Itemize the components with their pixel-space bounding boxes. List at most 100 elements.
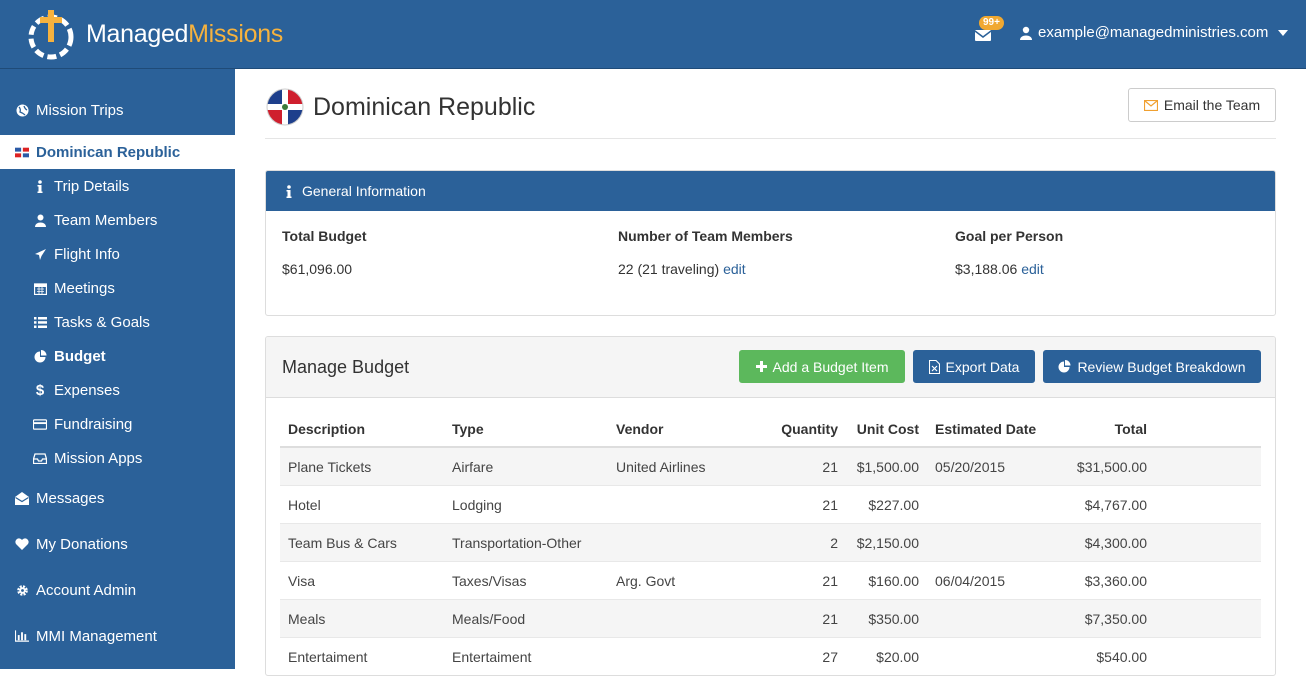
- email-team-label: Email the Team: [1163, 97, 1261, 113]
- total-budget-value: $61,096.00: [282, 261, 353, 277]
- table-row[interactable]: Plane Tickets Airfare United Airlines 21…: [280, 446, 1261, 486]
- user-icon: [33, 213, 47, 227]
- user-menu[interactable]: example@managedministries.com: [1020, 24, 1289, 41]
- brand-name-part1: Managed: [86, 19, 189, 48]
- team-members-label: Number of Team Members: [618, 228, 793, 244]
- column-header-description[interactable]: Description: [280, 411, 444, 448]
- edit-team-members-link[interactable]: edit: [723, 261, 746, 277]
- cell-description: Entertaiment: [280, 637, 444, 675]
- sidebar-item-my-donations[interactable]: My Donations: [0, 527, 235, 561]
- cell-actions: [1155, 599, 1261, 638]
- sidebar-item-tasks-goals[interactable]: Tasks & Goals: [0, 305, 235, 339]
- sidebar-item-expenses[interactable]: $ Expenses: [0, 373, 235, 407]
- goal-per-person-field: Goal per Person $3,188.06 edit: [955, 228, 1063, 277]
- plane-icon: [33, 247, 47, 261]
- sidebar-item-label: Trip Details: [54, 177, 130, 195]
- add-budget-item-label: Add a Budget Item: [772, 358, 889, 375]
- inbox-icon: [33, 451, 47, 465]
- user-email: example@managedministries.com: [1038, 24, 1269, 41]
- sidebar-item-messages[interactable]: Messages: [0, 481, 235, 515]
- sidebar-item-team-members[interactable]: Team Members: [0, 203, 235, 237]
- column-header-total[interactable]: Total: [1047, 411, 1155, 448]
- envelope-icon: [1143, 99, 1158, 111]
- brand-logo[interactable]: ManagedMissions: [24, 6, 283, 62]
- info-icon: [286, 184, 292, 198]
- table-row[interactable]: Entertaiment Entertaiment 27 $20.00 $540…: [280, 637, 1261, 675]
- column-header-vendor[interactable]: Vendor: [608, 411, 758, 448]
- column-header-quantity[interactable]: Quantity: [758, 411, 846, 448]
- excel-file-icon: [928, 359, 940, 374]
- sidebar-item-trip-details[interactable]: Trip Details: [0, 169, 235, 203]
- budget-table: Description Type Vendor Quantity Unit Co…: [280, 411, 1261, 675]
- sidebar-item-budget[interactable]: Budget: [0, 339, 235, 373]
- table-row[interactable]: Visa Taxes/Visas Arg. Govt 21 $160.00 06…: [280, 561, 1261, 600]
- sidebar-item-label: Team Members: [54, 211, 158, 229]
- export-data-button[interactable]: Export Data: [913, 350, 1035, 383]
- sidebar-item-meetings[interactable]: Meetings: [0, 271, 235, 305]
- sidebar-item-label: Mission Apps: [54, 449, 143, 467]
- sidebar-item-account-admin[interactable]: Account Admin: [0, 573, 235, 607]
- column-header-unit-cost[interactable]: Unit Cost: [846, 411, 927, 448]
- cell-total: $4,300.00: [1047, 523, 1155, 562]
- review-budget-breakdown-button[interactable]: Review Budget Breakdown: [1043, 350, 1261, 383]
- sidebar-item-fundraising[interactable]: Fundraising: [0, 407, 235, 441]
- brand-name-part2: Missions: [188, 19, 283, 48]
- email-team-button[interactable]: Email the Team: [1128, 88, 1276, 122]
- cell-estimated-date: [927, 637, 1047, 675]
- edit-goal-link[interactable]: edit: [1021, 261, 1044, 277]
- list-icon: [33, 315, 47, 329]
- cell-estimated-date: [927, 523, 1047, 562]
- column-header-type[interactable]: Type: [444, 411, 608, 448]
- cell-quantity: 21: [758, 485, 846, 524]
- info-icon: [33, 179, 47, 193]
- sidebar-item-label: Budget: [54, 347, 106, 365]
- cell-description: Plane Tickets: [280, 446, 444, 486]
- dollar-icon: $: [35, 381, 45, 399]
- table-row[interactable]: Meals Meals/Food 21 $350.00 $7,350.00: [280, 599, 1261, 638]
- cell-quantity: 2: [758, 523, 846, 562]
- cell-description: Team Bus & Cars: [280, 523, 444, 562]
- sidebar-item-mission-trips[interactable]: Mission Trips: [0, 93, 235, 127]
- sidebar-item-dominican-republic[interactable]: Dominican Republic: [0, 135, 235, 169]
- cell-vendor: [608, 599, 758, 638]
- cell-estimated-date: [927, 485, 1047, 524]
- column-header-estimated-date[interactable]: Estimated Date: [927, 411, 1047, 448]
- cell-description: Meals: [280, 599, 444, 638]
- heart-icon: [15, 537, 29, 551]
- add-budget-item-button[interactable]: Add a Budget Item: [739, 350, 905, 383]
- cell-type: Transportation-Other: [444, 523, 608, 562]
- cell-vendor: [608, 485, 758, 524]
- table-row[interactable]: Hotel Lodging 21 $227.00 $4,767.00: [280, 485, 1261, 524]
- cell-unit-cost: $20.00: [846, 637, 927, 675]
- cell-total: $540.00: [1047, 637, 1155, 675]
- team-members-value: 22 (21 traveling): [618, 261, 720, 277]
- cell-vendor: Arg. Govt: [608, 561, 758, 600]
- sidebar-item-label: Mission Trips: [36, 101, 124, 119]
- review-budget-breakdown-label: Review Budget Breakdown: [1077, 358, 1246, 375]
- dominican-flag-icon: [266, 88, 304, 126]
- sidebar-item-label: Expenses: [54, 381, 120, 399]
- cell-estimated-date: 05/20/2015: [927, 446, 1047, 486]
- cell-unit-cost: $160.00: [846, 561, 927, 600]
- cell-unit-cost: $350.00: [846, 599, 927, 638]
- table-row[interactable]: Team Bus & Cars Transportation-Other 2 $…: [280, 523, 1261, 562]
- globe-icon: [15, 103, 29, 117]
- cell-total: $4,767.00: [1047, 485, 1155, 524]
- general-info-panel: General Information Total Budget $61,096…: [265, 170, 1276, 316]
- sidebar-item-mission-apps[interactable]: Mission Apps: [0, 441, 235, 475]
- cell-type: Taxes/Visas: [444, 561, 608, 600]
- gear-icon: [15, 583, 29, 597]
- user-icon: [1020, 26, 1032, 40]
- total-budget-field: Total Budget $61,096.00: [282, 228, 367, 277]
- cell-total: $3,360.00: [1047, 561, 1155, 600]
- cell-quantity: 27: [758, 637, 846, 675]
- credit-card-icon: [33, 417, 47, 431]
- cell-description: Visa: [280, 561, 444, 600]
- sidebar-item-flight-info[interactable]: Flight Info: [0, 237, 235, 271]
- page-title: Dominican Republic: [265, 87, 535, 127]
- goal-per-person-label: Goal per Person: [955, 228, 1064, 244]
- general-info-title: General Information: [302, 183, 426, 199]
- notification-badge: 99+: [979, 16, 1004, 30]
- cell-unit-cost: $2,150.00: [846, 523, 927, 562]
- sidebar-item-mmi-management[interactable]: MMI Management: [0, 619, 235, 653]
